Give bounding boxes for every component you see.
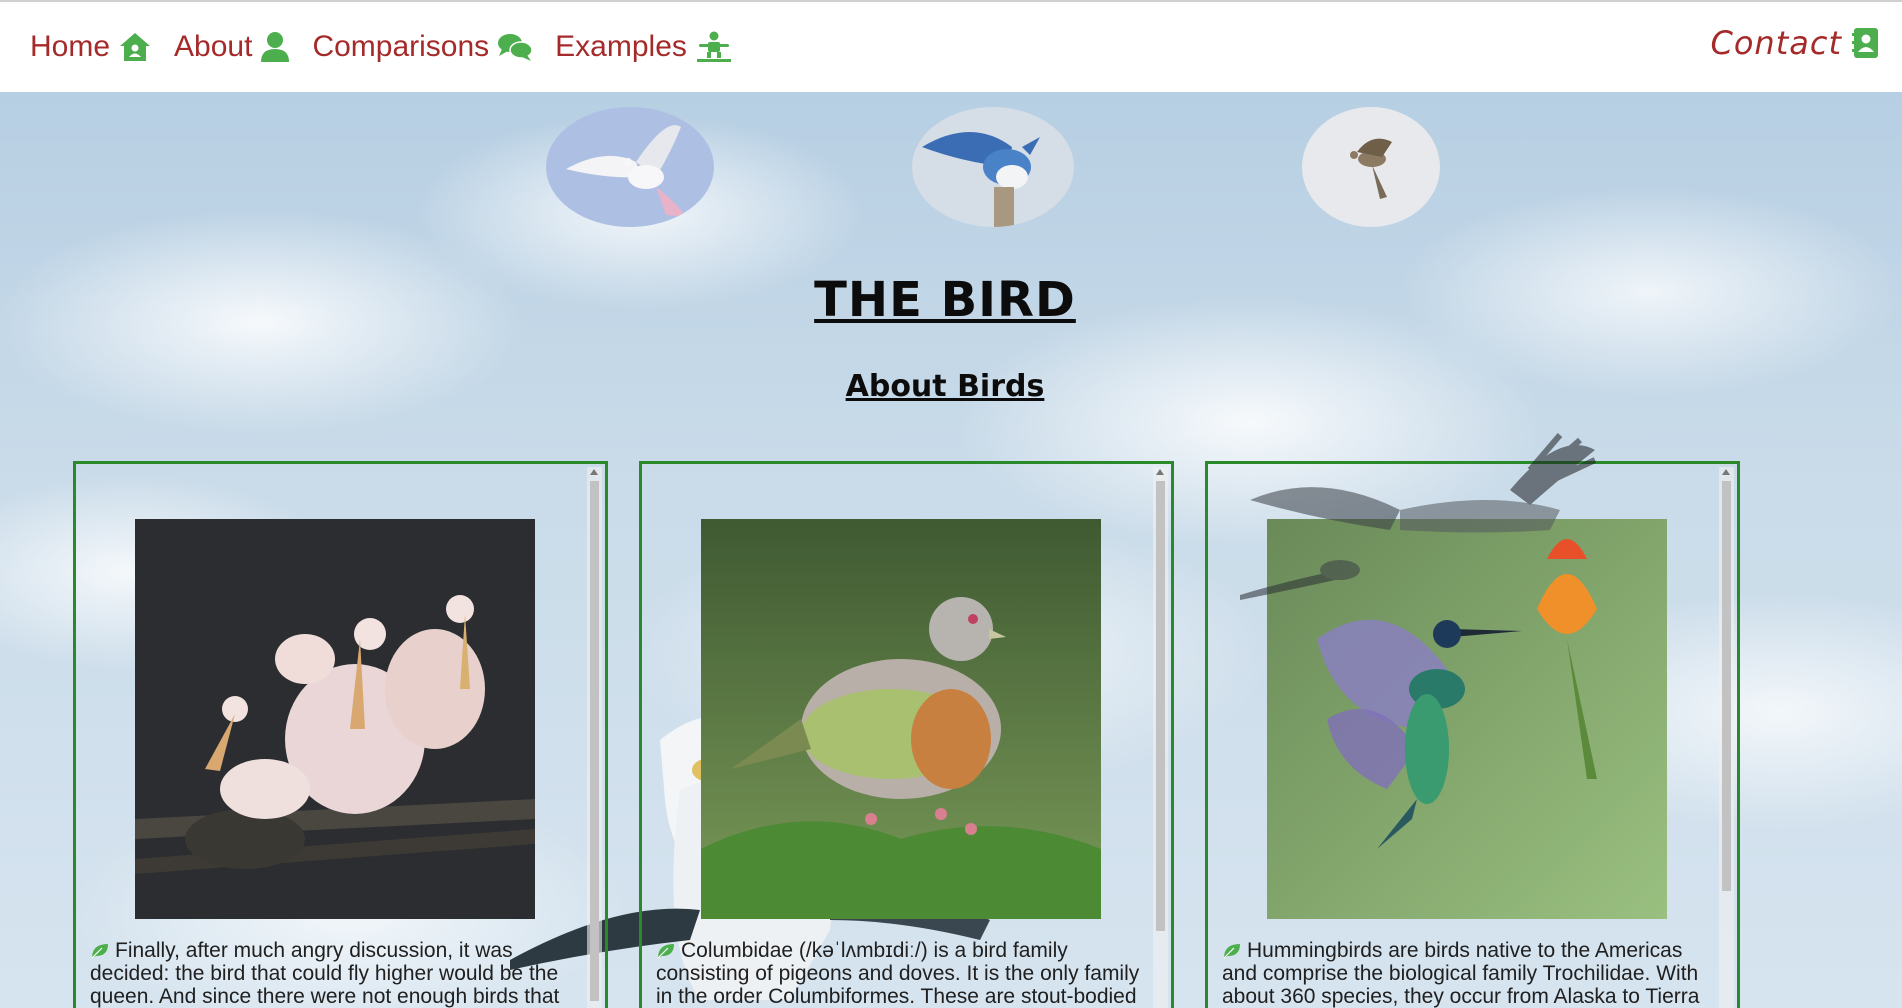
address-book-icon bbox=[1852, 28, 1878, 58]
nav-about-label: About bbox=[174, 30, 253, 63]
nav-home-label: Home bbox=[30, 30, 111, 63]
page-subtitle: About Birds bbox=[845, 369, 1045, 404]
top-navbar: Home About Comparisons Examples Contact bbox=[0, 0, 1902, 92]
card-scrollbar[interactable] bbox=[1153, 467, 1168, 1008]
small-bird-image bbox=[1302, 107, 1440, 227]
card-pelicans: Finally, after much angry discussion, it… bbox=[73, 461, 608, 1008]
card-text: Columbidae (/kəˈlʌmbɪdiː/) is a bird fam… bbox=[656, 939, 1146, 1008]
scroll-thumb[interactable] bbox=[1156, 481, 1165, 931]
card-text: Hummingbirds are birds native to the Ame… bbox=[1222, 939, 1712, 1008]
card-description: Finally, after much angry discussion, it… bbox=[90, 939, 560, 1008]
leaf-icon bbox=[1223, 944, 1240, 959]
pelicans-photo bbox=[135, 519, 535, 919]
scroll-thumb[interactable] bbox=[590, 481, 599, 1001]
thumbnail-white-dove[interactable] bbox=[546, 107, 714, 227]
card-hummingbird: Hummingbirds are birds native to the Ame… bbox=[1205, 461, 1740, 1008]
scroll-up-arrow-icon[interactable] bbox=[590, 469, 598, 475]
child-icon bbox=[696, 31, 731, 62]
card-scrollbar[interactable] bbox=[587, 467, 602, 1008]
nav-comparisons-link[interactable]: Comparisons bbox=[312, 30, 533, 64]
thumbnail-blue-jay[interactable] bbox=[912, 107, 1074, 227]
nav-about-link[interactable]: About bbox=[174, 30, 290, 64]
nav-home-link[interactable]: Home bbox=[30, 30, 152, 64]
hummingbird-photo bbox=[1267, 519, 1667, 919]
nav-contact-link[interactable]: Contact bbox=[1711, 24, 1881, 62]
card-description: Columbidae (/kəˈlʌmbɪdiː/) is a bird fam… bbox=[656, 939, 1140, 1008]
user-icon bbox=[261, 32, 290, 62]
nav-comparisons-label: Comparisons bbox=[312, 30, 490, 63]
green-pigeon-photo bbox=[701, 519, 1101, 919]
card-description: Hummingbirds are birds native to the Ame… bbox=[1222, 939, 1700, 1008]
card-scrollbar[interactable] bbox=[1719, 467, 1734, 1008]
thumbnail-small-bird[interactable] bbox=[1302, 107, 1440, 227]
leaf-icon bbox=[657, 944, 674, 959]
nav-examples-label: Examples bbox=[555, 30, 687, 63]
scroll-thumb[interactable] bbox=[1722, 481, 1731, 891]
white-dove-image bbox=[546, 107, 714, 227]
nav-contact-label: Contact bbox=[1710, 24, 1842, 62]
scroll-up-arrow-icon[interactable] bbox=[1156, 469, 1164, 475]
card-text: Finally, after much angry discussion, it… bbox=[90, 939, 580, 1008]
home-icon bbox=[120, 33, 151, 61]
main-nav: Home About Comparisons Examples bbox=[30, 30, 733, 64]
scroll-up-arrow-icon[interactable] bbox=[1722, 469, 1730, 475]
blue-jay-image bbox=[912, 107, 1074, 227]
leaf-icon bbox=[91, 944, 108, 959]
comments-icon bbox=[498, 34, 533, 61]
card-green-pigeon: Columbidae (/kəˈlʌmbɪdiː/) is a bird fam… bbox=[639, 461, 1174, 1008]
nav-examples-link[interactable]: Examples bbox=[555, 30, 733, 64]
page-title: THE BIRD bbox=[814, 272, 1076, 328]
